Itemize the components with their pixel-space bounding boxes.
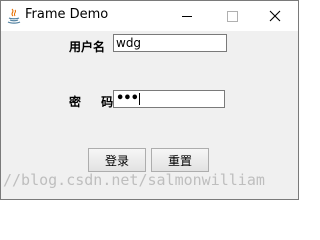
username-value: wdg — [116, 36, 142, 50]
minimize-button[interactable] — [165, 1, 209, 31]
password-value: ••• — [116, 91, 139, 106]
app-window: Frame Demo 用户名 wdg 密 码 ••• 登录 重置 //blog.… — [0, 0, 299, 200]
username-label: 用户名 — [69, 40, 106, 54]
close-icon — [269, 10, 281, 22]
minimize-icon — [182, 15, 192, 17]
watermark-text: //blog.csdn.net/salmonwilliam — [3, 171, 265, 189]
window-title: Frame Demo — [25, 7, 109, 22]
username-field[interactable]: wdg — [113, 34, 227, 52]
title-bar[interactable]: Frame Demo — [1, 1, 298, 31]
java-icon — [7, 8, 21, 24]
reset-button[interactable]: 重置 — [151, 148, 209, 172]
login-button[interactable]: 登录 — [88, 148, 146, 172]
close-button[interactable] — [253, 1, 297, 31]
maximize-button[interactable] — [210, 1, 254, 31]
password-field[interactable]: ••• — [113, 90, 225, 108]
text-cursor — [138, 92, 140, 105]
maximize-icon — [226, 10, 238, 22]
